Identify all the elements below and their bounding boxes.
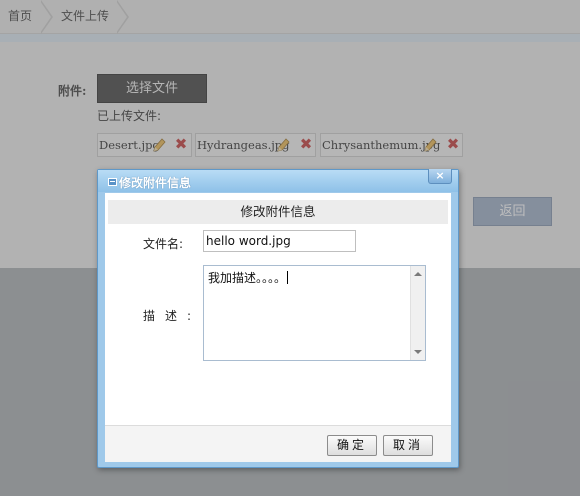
form-heading: 修改附件信息 — [108, 200, 448, 224]
scroll-down-arrow-icon[interactable] — [414, 350, 422, 354]
edit-attachment-dialog: 修改附件信息 × 修改附件信息 文件名: 描述: 我加描述。。。。 确定 取消 — [97, 169, 459, 468]
text-caret — [287, 271, 289, 284]
dialog-footer: 确定 取消 — [105, 425, 451, 462]
description-label: 描述: — [143, 309, 202, 323]
dialog-titlebar[interactable]: 修改附件信息 × — [98, 169, 458, 192]
filename-label: 文件名: — [143, 237, 184, 251]
description-text: 我加描述。。。。 — [208, 271, 289, 285]
textarea-scrollbar[interactable] — [410, 266, 425, 360]
scroll-up-arrow-icon[interactable] — [414, 272, 422, 276]
cancel-button[interactable]: 取消 — [383, 435, 433, 456]
description-textarea[interactable]: 我加描述。。。。 — [203, 265, 426, 361]
dialog-body: 修改附件信息 文件名: 描述: 我加描述。。。。 — [105, 193, 451, 425]
dialog-title: 修改附件信息 — [119, 176, 192, 190]
ok-button[interactable]: 确定 — [327, 435, 377, 456]
filename-input[interactable] — [203, 230, 356, 252]
close-icon[interactable]: × — [428, 169, 452, 184]
window-icon — [108, 178, 117, 186]
